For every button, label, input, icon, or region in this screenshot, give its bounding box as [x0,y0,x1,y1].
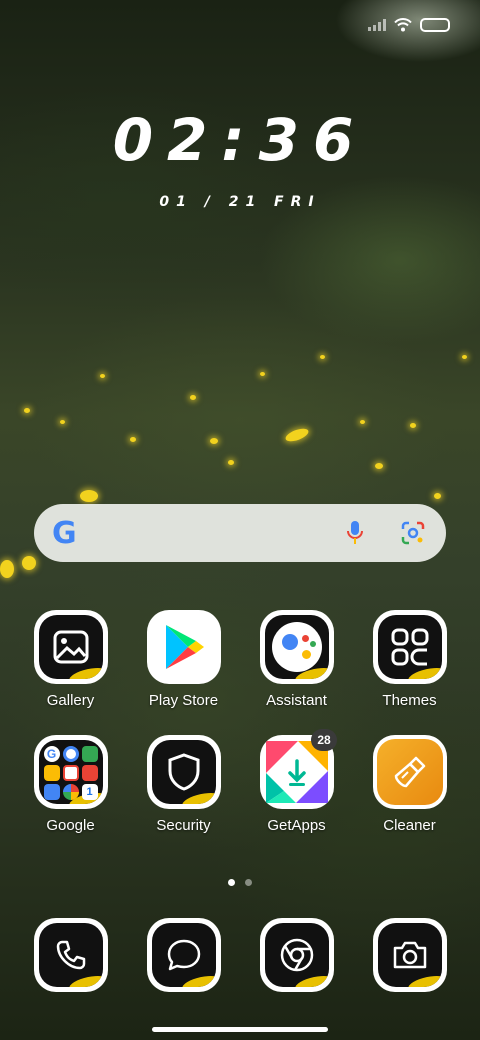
dock-messages[interactable] [127,918,240,992]
lens-icon[interactable] [398,518,428,548]
app-themes[interactable]: Themes [353,610,466,709]
broom-icon [372,735,447,809]
messages-icon [146,918,221,992]
app-label: Play Store [148,692,219,709]
app-label: Gallery [46,692,95,709]
app-label: Assistant [266,692,327,709]
dock-chrome[interactable] [240,918,353,992]
app-label: Themes [382,692,437,709]
camera-icon [372,918,447,992]
notification-badge: 28 [311,729,337,751]
app-assistant[interactable]: Assistant [240,610,353,709]
cellular-signal-icon [368,19,386,31]
wifi-icon [394,18,412,32]
chrome-icon [259,918,334,992]
app-gallery[interactable]: Gallery [14,610,127,709]
assistant-icon [259,610,334,684]
page-dot-active[interactable] [228,879,235,886]
status-bar [368,18,450,32]
shield-icon [146,735,221,809]
app-google-folder[interactable]: G 1 Google [14,735,127,834]
app-security[interactable]: Security [127,735,240,834]
gallery-icon [33,610,108,684]
dock-camera[interactable] [353,918,466,992]
app-label: Cleaner [383,817,436,834]
app-grid: Gallery Play Store Assistant Themes G 1 … [14,610,466,834]
page-indicator[interactable] [228,879,252,886]
battery-icon [420,18,450,32]
app-play-store[interactable]: Play Store [127,610,240,709]
app-cleaner[interactable]: Cleaner [353,735,466,834]
page-dot[interactable] [245,879,252,886]
themes-icon [372,610,447,684]
clock-date[interactable]: 01 / 21 FRI [0,194,480,210]
app-label: Security [156,817,211,834]
app-getapps[interactable]: 28 GetApps [240,729,353,834]
app-label: GetApps [267,817,326,834]
app-label: Google [46,817,95,834]
dock [14,918,466,992]
dock-phone[interactable] [14,918,127,992]
google-search-bar[interactable]: G [34,504,446,562]
play-store-icon [146,610,221,684]
phone-icon [33,918,108,992]
mic-icon[interactable] [340,518,370,548]
google-logo-icon: G [52,515,77,551]
clock-time[interactable]: 02:36 [0,106,480,174]
google-folder-icon: G 1 [33,735,108,809]
home-indicator[interactable] [152,1027,328,1032]
